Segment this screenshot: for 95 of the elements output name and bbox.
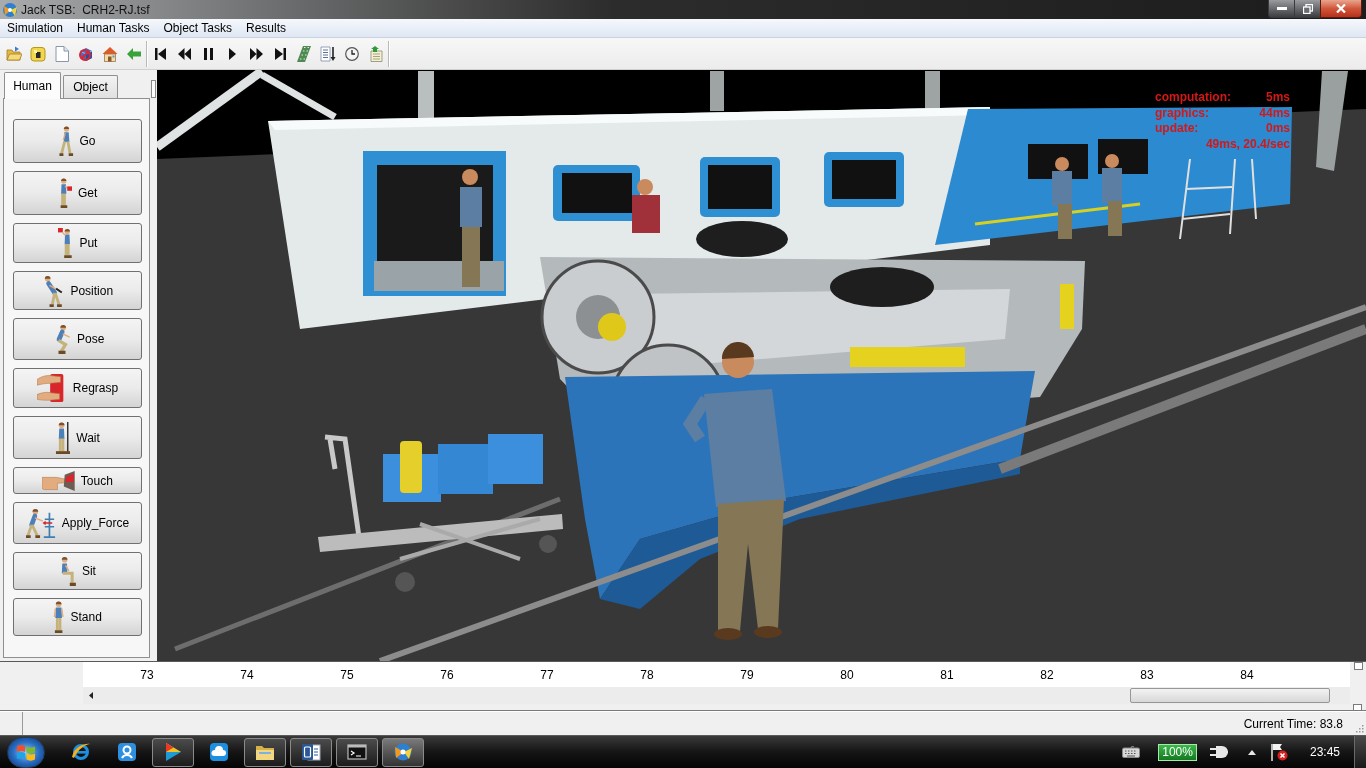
taskbar-button[interactable]: [152, 737, 194, 767]
sitting-person-icon: [59, 556, 76, 586]
terminal-icon: [347, 742, 367, 762]
scrollbar-thumb[interactable]: [1130, 688, 1330, 703]
caret-up-icon[interactable]: [1247, 749, 1256, 755]
play-triangle-icon: [163, 742, 183, 762]
rewind-icon[interactable]: [177, 47, 191, 60]
ruler-label: 83: [1139, 666, 1155, 684]
ruler-label: 77: [539, 666, 555, 684]
cube-prohibited-icon[interactable]: [78, 45, 94, 62]
taskbar-button[interactable]: [244, 737, 286, 767]
task-button[interactable]: Stand: [13, 598, 142, 636]
blank-page-icon[interactable]: [55, 45, 69, 62]
resize-grip-icon[interactable]: [1355, 724, 1364, 733]
stat-label: update:: [1155, 121, 1200, 137]
clock-icon[interactable]: [345, 46, 359, 61]
finger-touching-block-icon: [42, 470, 75, 491]
fast-forward-icon[interactable]: [249, 47, 263, 60]
task-button[interactable]: Pose: [13, 318, 142, 360]
ruler-label: 74: [239, 666, 255, 684]
minimize-button[interactable]: [1268, 0, 1295, 18]
task-button[interactable]: Wait: [13, 416, 142, 459]
menu-item[interactable]: Simulation: [0, 18, 71, 38]
film-strip-icon[interactable]: [297, 45, 311, 62]
app-logo-icon: [393, 742, 413, 762]
browser-logo-icon: [71, 742, 91, 762]
person-lifting-box-icon: [57, 228, 74, 258]
skip-end-icon[interactable]: [274, 47, 286, 60]
minimize-icon: [1276, 7, 1287, 10]
splitter-handle[interactable]: [1353, 704, 1362, 711]
skip-start-icon[interactable]: [154, 47, 166, 60]
standing-person-icon: [53, 601, 65, 633]
window-title: Jack TSB: CRH2-RJ.tsf: [21, 1, 150, 19]
document-tile-icon: [301, 742, 321, 762]
panel-tab[interactable]: Human: [4, 72, 61, 99]
show-desktop-button[interactable]: [1354, 736, 1366, 768]
menu-item[interactable]: Results: [239, 18, 293, 38]
windows-logo-icon: [17, 743, 35, 761]
taskbar-button[interactable]: [382, 737, 424, 767]
splitter-handle[interactable]: [1353, 662, 1363, 670]
ruler-label: 78: [639, 666, 655, 684]
document-arrow-icon[interactable]: [368, 45, 384, 62]
task-button[interactable]: Put: [13, 223, 142, 263]
current-time-text: Current Time: 83.8: [1243, 715, 1343, 733]
stat-label: computation:: [1155, 90, 1232, 106]
menu-item[interactable]: Human Tasks: [70, 18, 157, 38]
pause-icon[interactable]: [203, 47, 213, 60]
ruler-label: 79: [739, 666, 755, 684]
restore-button[interactable]: [1295, 0, 1320, 18]
stat-value: 0ms: [1264, 121, 1290, 137]
close-icon: [1336, 4, 1346, 13]
sticky-note-icon[interactable]: [30, 45, 46, 62]
frame-rate-text: 49ms, 20.4/sec: [1205, 136, 1290, 152]
app-logo-icon: [2, 1, 18, 18]
stat-value: 5ms: [1264, 90, 1290, 106]
task-button[interactable]: Position: [13, 271, 142, 310]
person-by-pole-icon: [55, 421, 71, 454]
battery-indicator[interactable]: 100%: [1158, 743, 1197, 761]
ruler-label: 80: [839, 666, 855, 684]
menu-item[interactable]: Object Tasks: [156, 18, 239, 38]
taskbar-button[interactable]: [290, 737, 332, 767]
stat-label: graphics:: [1155, 105, 1210, 121]
play-icon[interactable]: [228, 47, 236, 60]
clock-time[interactable]: 23:45: [1309, 743, 1340, 761]
keyboard-icon[interactable]: [1122, 746, 1141, 758]
ruler-label: 75: [339, 666, 355, 684]
house-icon[interactable]: [102, 45, 118, 62]
taskbar-button[interactable]: [336, 737, 378, 767]
task-button[interactable]: Sit: [13, 552, 142, 590]
close-button[interactable]: [1320, 0, 1362, 18]
start-button[interactable]: [7, 736, 45, 768]
cloud-tile-icon: [209, 742, 229, 762]
ruler-label: 73: [139, 666, 155, 684]
flag-error-icon[interactable]: [1269, 743, 1288, 761]
ruler-label: 82: [1039, 666, 1055, 684]
ruler-label: 84: [1239, 666, 1255, 684]
caret-left-icon[interactable]: [89, 692, 93, 699]
person-pushing-stand-icon: [25, 508, 56, 538]
open-folder-icon[interactable]: [6, 45, 22, 62]
splitter-handle[interactable]: [151, 80, 156, 98]
task-button[interactable]: Apply_Force: [13, 502, 142, 544]
task-button[interactable]: Regrasp: [13, 368, 142, 408]
walking-person-icon: [59, 126, 74, 156]
restore-icon: [1302, 3, 1313, 14]
stat-value: 44ms: [1258, 105, 1290, 121]
panel-tab[interactable]: Object: [63, 75, 118, 98]
task-button[interactable]: Touch: [13, 467, 142, 494]
task-button[interactable]: Get: [13, 171, 142, 215]
list-sort-icon[interactable]: [320, 45, 336, 62]
plug-icon[interactable]: [1209, 745, 1228, 759]
person-tile-icon: [117, 742, 137, 762]
ruler-label: 81: [939, 666, 955, 684]
ruler-label: 76: [439, 666, 455, 684]
arrow-left-icon[interactable]: [127, 47, 141, 60]
task-button[interactable]: Go: [13, 119, 142, 163]
